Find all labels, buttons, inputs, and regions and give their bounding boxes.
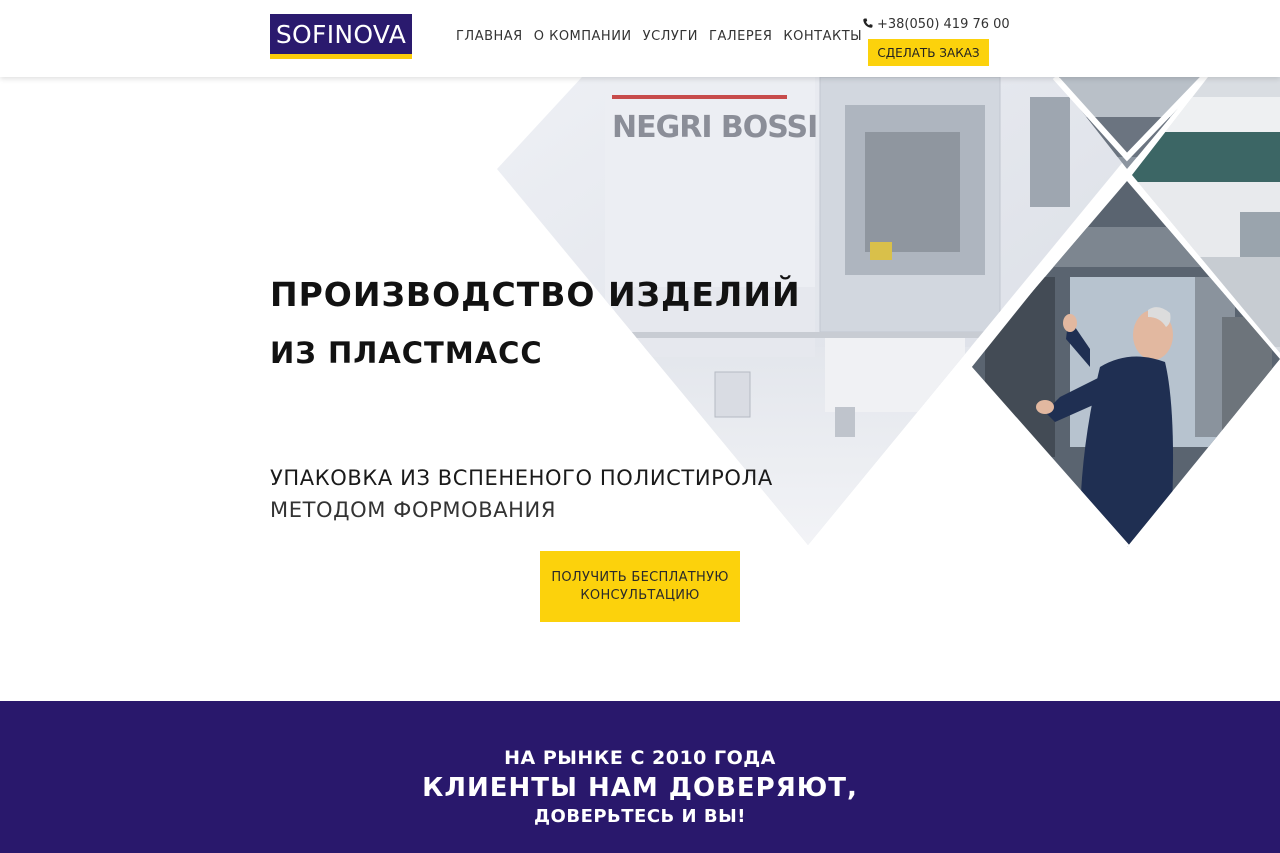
trust-banner: НА РЫНКЕ С 2010 ГОДА КЛИЕНТЫ НАМ ДОВЕРЯЮ… bbox=[0, 701, 1280, 853]
site-header: SOFINOVA ГЛАВНАЯ О КОМПАНИИ УСЛУГИ ГАЛЕР… bbox=[0, 0, 1280, 77]
order-button[interactable]: СДЕЛАТЬ ЗАКАЗ bbox=[868, 39, 989, 66]
trust-since: НА РЫНКЕ С 2010 ГОДА bbox=[504, 747, 776, 769]
trust-call: ДОВЕРЬТЕСЬ И ВЫ! bbox=[534, 806, 746, 827]
logo[interactable]: SOFINOVA bbox=[270, 14, 412, 59]
machine-brand-text: NEGRI BOSSI bbox=[612, 110, 817, 145]
consult-button-line1: ПОЛУЧИТЬ БЕСПЛАТНУЮ bbox=[551, 569, 729, 585]
hero-title-line1: ПРОИЗВОДСТВО ИЗДЕЛИЙ bbox=[270, 275, 801, 314]
phone-number[interactable]: +38(050) 419 76 00 bbox=[877, 17, 1010, 32]
phone-contact[interactable]: +38(050) 419 76 00 bbox=[863, 17, 1010, 32]
nav-item-contacts[interactable]: КОНТАКТЫ bbox=[783, 29, 862, 44]
free-consultation-button[interactable]: ПОЛУЧИТЬ БЕСПЛАТНУЮ КОНСУЛЬТАЦИЮ bbox=[540, 551, 740, 622]
nav-item-gallery[interactable]: ГАЛЕРЕЯ bbox=[709, 29, 772, 44]
phone-icon bbox=[863, 18, 873, 32]
hero-title-line2: ИЗ ПЛАСТМАСС bbox=[270, 336, 543, 370]
trust-headline: КЛИЕНТЫ НАМ ДОВЕРЯЮТ, bbox=[422, 773, 858, 803]
main-nav: ГЛАВНАЯ О КОМПАНИИ УСЛУГИ ГАЛЕРЕЯ КОНТАК… bbox=[456, 29, 873, 44]
hero-subtitle-line1: УПАКОВКА ИЗ ВСПЕНЕНОГО ПОЛИСТИРОЛА bbox=[270, 466, 773, 490]
hero-subtitle-line2: МЕТОДОМ ФОРМОВАНИЯ bbox=[270, 498, 557, 522]
nav-item-home[interactable]: ГЛАВНАЯ bbox=[456, 29, 523, 44]
consult-button-line2: КОНСУЛЬТАЦИЮ bbox=[580, 587, 700, 603]
nav-item-about[interactable]: О КОМПАНИИ bbox=[534, 29, 632, 44]
nav-item-services[interactable]: УСЛУГИ bbox=[643, 29, 698, 44]
